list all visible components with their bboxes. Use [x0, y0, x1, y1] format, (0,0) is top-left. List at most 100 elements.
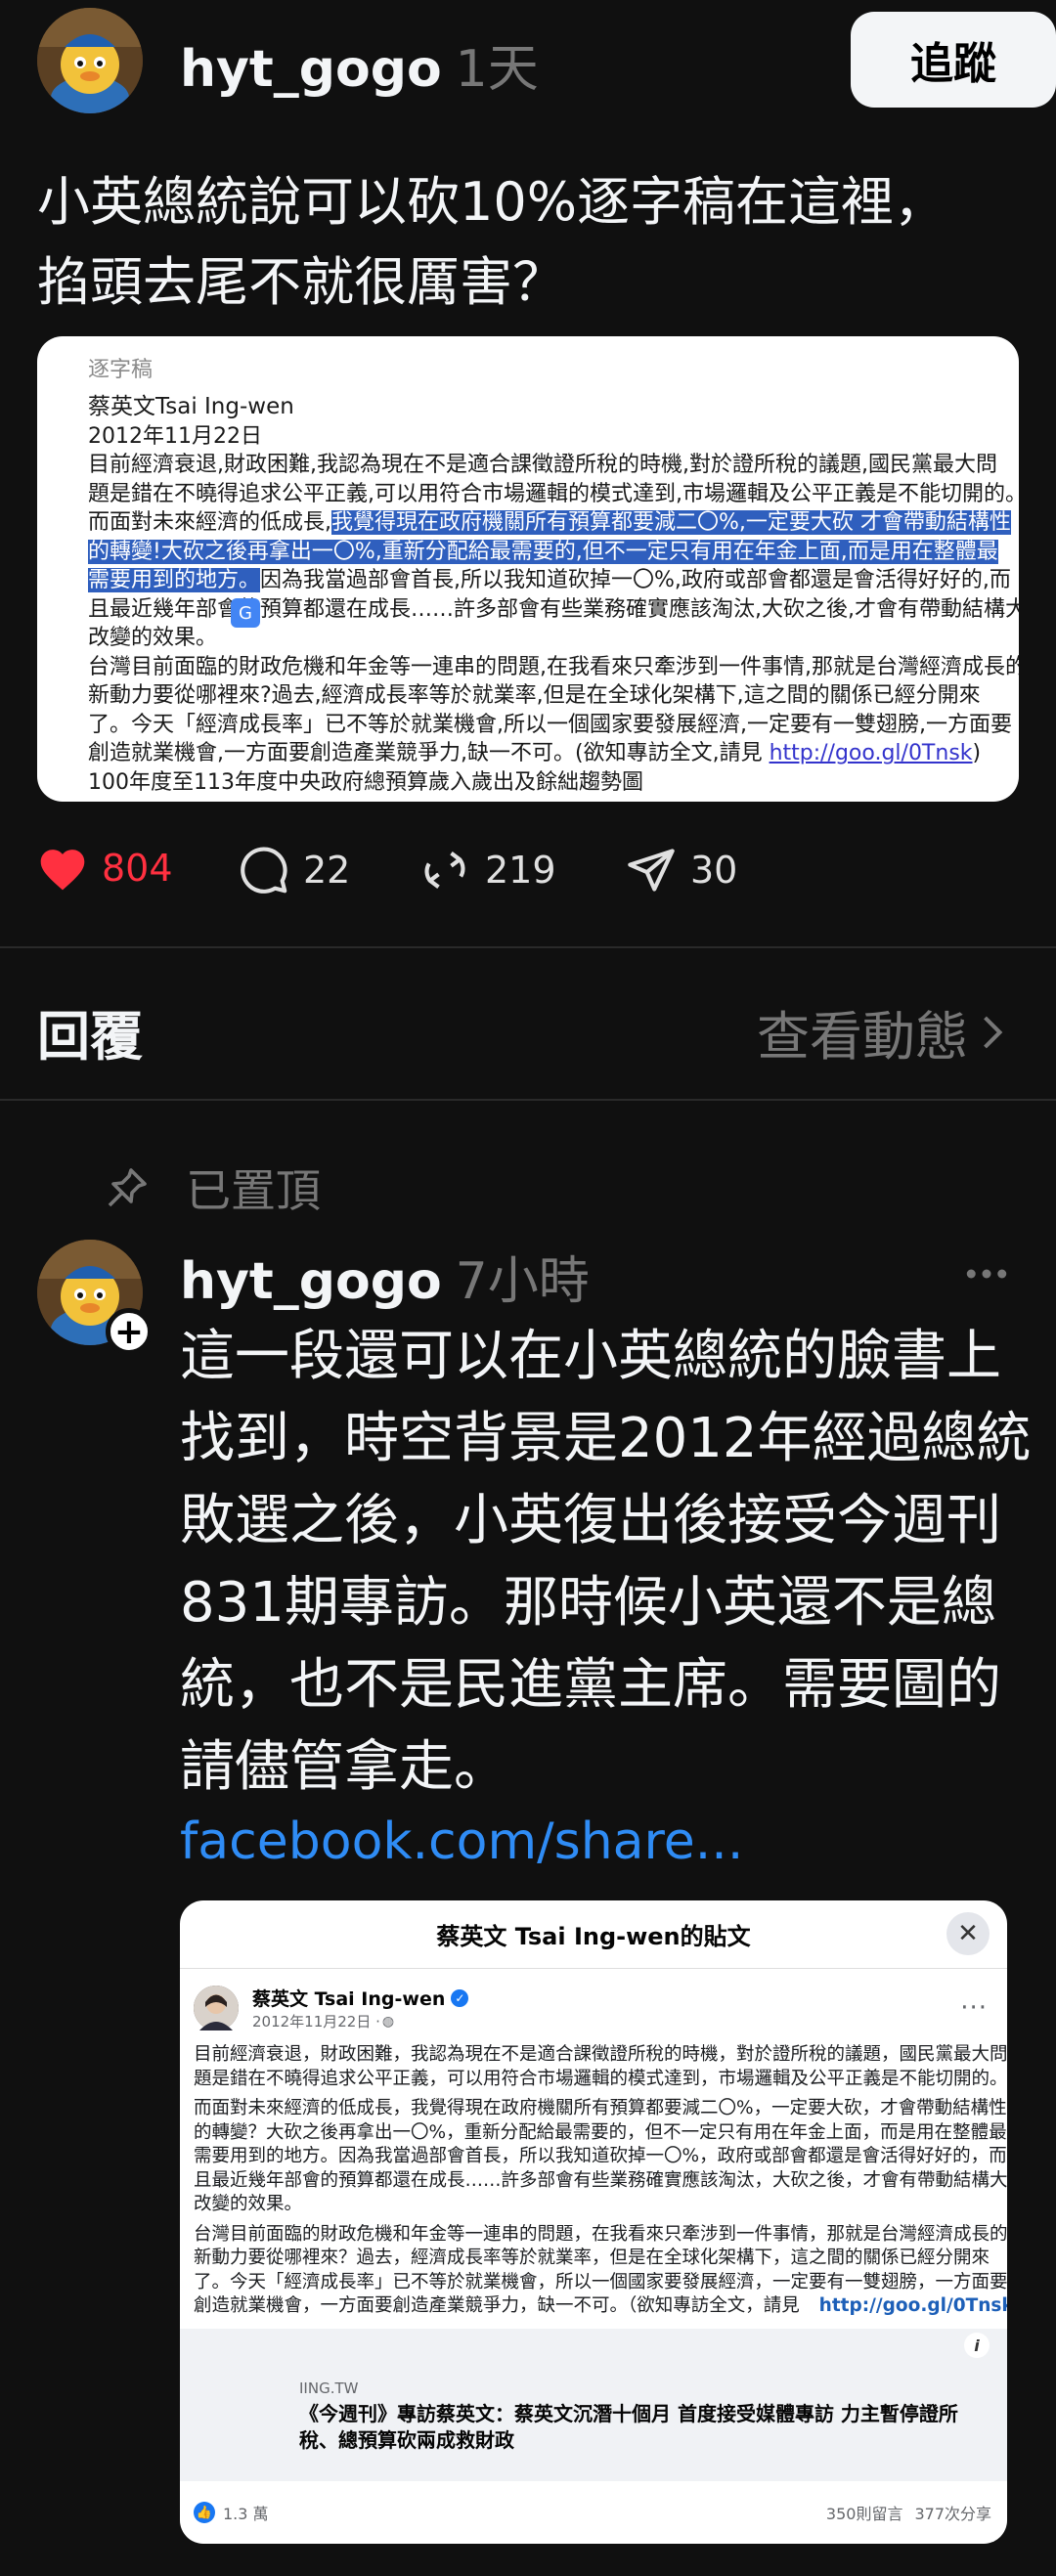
doc-author: 蔡英文Tsai Ing-wen: [88, 394, 294, 419]
document-image[interactable]: 逐字稿 蔡英文Tsai Ing-wen 2012年11月22日 目前經濟衰退,財…: [37, 336, 1019, 802]
fb-text-line: 且最近幾年部會的預算都還在成長……許多部會有些業務確實應該淘汰，大砍之後，才會有…: [194, 2169, 1007, 2191]
doc-line-text: 創造就業機會,一方面要創造產業競爭力,缺一不可。(欲知專訪全文,請見: [88, 741, 770, 765]
verified-badge-icon: ✓: [451, 1988, 469, 2007]
fb-text: 創造就業機會，一方面要創造產業競爭力，缺一不可。（欲知專訪全文，請見: [194, 2295, 800, 2316]
reply-username[interactable]: hyt_gogo: [180, 1252, 442, 1311]
reply-text-line: 找到，時空背景是2012年經過總統: [180, 1407, 1032, 1470]
globe-icon: ◍: [381, 2013, 395, 2030]
fb-author-avatar: [194, 1986, 239, 2030]
fb-text-line: 的轉變？大砍之後再拿出一〇%，重新分配給最需要的，但不一定只有用在年金上面，而是…: [194, 2121, 1007, 2143]
post-time: 1天: [455, 40, 539, 99]
reply-author: hyt_gogo 7小時: [180, 1240, 590, 1313]
fb-text-line: 台灣目前面臨的財政危機和年金等一連串的問題，在我看來只牽涉到一件事情，那就是台灣…: [194, 2223, 1007, 2245]
repost-button[interactable]: 219: [418, 845, 556, 895]
doc-highlight: 我覺得現在政府機關所有預算都要減二〇%,一定要大砍 才會帶動結構性: [331, 510, 1011, 535]
preview-title: 《今週刊》專訪蔡英文：蔡英文沉潛十個月 首度接受媒體專訪 力主暫停證所 稅、總預…: [299, 2401, 984, 2454]
fb-post-date: 2012年11月22日 ·: [252, 2013, 380, 2030]
doc-date: 2012年11月22日: [88, 423, 262, 449]
facebook-link[interactable]: facebook.com/share...: [180, 1812, 743, 1871]
doc-line-text: 因為我當過部會首長,所以我知道砍掉一〇%,政府或部會都還是會活得好好的,而: [260, 568, 1011, 592]
doc-link: http://goo.gl/0Tnsk: [769, 741, 973, 765]
share-button[interactable]: 30: [626, 845, 737, 895]
username[interactable]: hyt_gogo: [180, 40, 442, 99]
fb-text-line: 題是錯在不曉得追求公平正義，可以用符合市場邏輯的模式達到，市場邏輯及公平正義是不…: [194, 2068, 1007, 2089]
info-icon: i: [964, 2333, 990, 2358]
post-author: hyt_gogo 1天: [180, 27, 539, 101]
fb-text-line: 目前經濟衰退，財政困難，我認為現在不是適合課徵證所稅的時機，對於證所稅的議題，國…: [194, 2044, 1007, 2065]
fb-text-line: 了。今天「經濟成長率」已不等於就業機會，所以一個國家要發展經濟，一定要有一雙翅膀…: [194, 2271, 1007, 2292]
like-count: 804: [102, 847, 173, 890]
share-count: 30: [690, 849, 738, 892]
heart-icon: [40, 850, 85, 891]
view-activity-label: 查看動態: [757, 1006, 968, 1068]
fb-post-title: 蔡英文 Tsai Ing-wen的貼文 ✕: [180, 1900, 1007, 1969]
reply-text-line: 831期專訪。那時候小英還不是總: [180, 1571, 996, 1635]
doc-line: 改變的效果。: [88, 626, 218, 650]
fb-text-line: 新動力要從哪裡來？過去，經濟成長率等於就業率，但是在全球化架構下，這之間的關係已…: [194, 2248, 990, 2268]
reply-text-line: 請儘管拿走。: [180, 1735, 508, 1799]
fb-more-icon: ···: [960, 1993, 988, 2023]
fb-share-count: 377次分享: [914, 2505, 991, 2523]
replies-title: 回覆: [37, 1006, 143, 1068]
doc-line-text: ): [972, 741, 982, 765]
chevron-right-icon: [984, 1016, 1003, 1048]
view-activity-link[interactable]: 查看動態: [757, 993, 1007, 1070]
doc-line: 創造就業機會,一方面要創造產業競爭力,缺一不可。(欲知專訪全文,請見 http:…: [88, 739, 981, 768]
doc-line: 100年度至113年度中央政府總預算歲入歲出及餘絀趨勢圖: [88, 769, 643, 795]
doc-line: 目前經濟衰退,財政困難,我認為現在不是適合課徵證所稅的時機,對於證所稅的議題,國…: [88, 453, 997, 477]
fb-author-name: 蔡英文 Tsai Ing-wen: [252, 1988, 446, 2010]
like-button[interactable]: 804: [37, 845, 173, 892]
comment-icon: [241, 847, 287, 894]
doc-highlight: 的轉變!大砍之後再拿出一〇%,重新分配給最需要的,但不一定只有用在年金上面,而是…: [88, 539, 998, 564]
reply-text-line: 敗選之後，小英復出後接受今週刊: [180, 1489, 1001, 1552]
more-options-button[interactable]: [960, 1247, 1013, 1304]
more-dots-icon: [966, 1269, 1007, 1279]
doc-line: 台灣目前面臨的財政危機和年金等一連串的問題,在我看來只牽涉到一件事情,那就是台灣…: [88, 654, 1019, 679]
doc-highlight: 需要用到的地方。: [88, 568, 261, 592]
preview-title-line: 《今週刊》專訪蔡英文：蔡英文沉潛十個月 首度接受媒體專訪 力主暫停證所: [299, 2402, 958, 2425]
fb-text-line: 改變的效果。: [194, 2194, 303, 2214]
fb-text-line: 需要用到的地方。因為我當過部會首長，所以我知道砍掉一〇%，政府或部會都還是會活得…: [194, 2146, 1007, 2166]
divider: [0, 946, 1056, 948]
author-photo: [194, 1986, 239, 2030]
fb-link: http://goo.gl/0Tnsk: [818, 2295, 1007, 2316]
fb-reaction-count: 1.3 萬: [223, 2505, 269, 2523]
follow-plus-icon[interactable]: +: [106, 1308, 153, 1355]
avatar[interactable]: [37, 8, 143, 113]
reply-text: 這一段還可以在小英總統的臉書上 找到，時空背景是2012年經過總統 敗選之後，小…: [180, 1316, 1040, 1809]
fb-stats-bar: 👍 1.3 萬 350則留言 377次分享: [180, 2493, 1007, 2532]
pinned-label: 已置頂: [186, 1164, 321, 1217]
close-icon: ✕: [946, 1912, 990, 1955]
translate-icon: G: [231, 598, 260, 628]
duck-mascot-avatar-image: [37, 8, 143, 113]
doc-line: 題是錯在不曉得追求公平正義,可以用符合市場邏輯的模式達到,市場邏輯及公平正義是不…: [88, 481, 1019, 506]
pin-icon: [108, 1168, 147, 1207]
comment-count: 22: [303, 849, 351, 892]
doc-line-text: 而面對未來經濟的低成長,: [88, 510, 331, 535]
fb-post-title-text: 蔡英文 Tsai Ing-wen的貼文: [436, 1923, 751, 1950]
post-text: 小英總統說可以砍10%逐字稿在這裡， 掐頭去尾不就很厲害？: [37, 162, 1025, 323]
doc-line: 而面對未來經濟的低成長,我覺得現在政府機關所有預算都要減二〇%,一定要大砍 才會…: [88, 508, 1011, 538]
reply-text-line: 統，也不是民進黨主席。需要圖的: [180, 1653, 1001, 1717]
post-text-line: 掐頭去尾不就很厲害？: [37, 251, 565, 313]
doc-line: 且最近幾年部會的預算都還在成長……許多部會有些業務確實應該淘汰,大砍之後,才會有…: [88, 596, 1019, 622]
fb-link-preview: i IING.TW 《今週刊》專訪蔡英文：蔡英文沉潛十個月 首度接受媒體專訪 力…: [180, 2329, 1007, 2481]
divider: [0, 1099, 1056, 1101]
facebook-post-image[interactable]: 蔡英文 Tsai Ing-wen的貼文 ✕ 蔡英文 Tsai Ing-wen ✓…: [180, 1900, 1007, 2544]
pinned-indicator: 已置頂: [104, 1156, 321, 1220]
preview-domain: IING.TW: [299, 2380, 359, 2397]
doc-line: 需要用到的地方。因為我當過部會首長,所以我知道砍掉一〇%,政府或部會都還是會活得…: [88, 566, 1011, 595]
fb-comment-count: 350則留言: [825, 2505, 903, 2523]
repost-icon: [424, 851, 465, 889]
reply-text-line: 這一段還可以在小英總統的臉書上: [180, 1325, 1001, 1388]
follow-button[interactable]: 追蹤: [851, 12, 1056, 108]
repost-count: 219: [485, 849, 556, 892]
doc-line: 新動力要從哪裡來?過去,經濟成長率等於就業率,但是在全球化架構下,這之間的關係已…: [88, 683, 981, 708]
doc-line: 了。今天「經濟成長率」已不等於就業機會,所以一個國家要發展經濟,一定要有一雙翅膀…: [88, 712, 1012, 737]
comment-button[interactable]: 22: [239, 845, 350, 895]
send-icon: [628, 849, 675, 892]
fb-text-line: 而面對未來經濟的低成長，我覺得現在政府機關所有預算都要減二〇%，一定要大砍，才會…: [194, 2098, 1007, 2118]
preview-title-line: 稅、總預算砍兩成救財政: [299, 2428, 514, 2452]
reply-time: 7小時: [455, 1252, 590, 1311]
like-reaction-icon: 👍: [194, 2502, 215, 2523]
